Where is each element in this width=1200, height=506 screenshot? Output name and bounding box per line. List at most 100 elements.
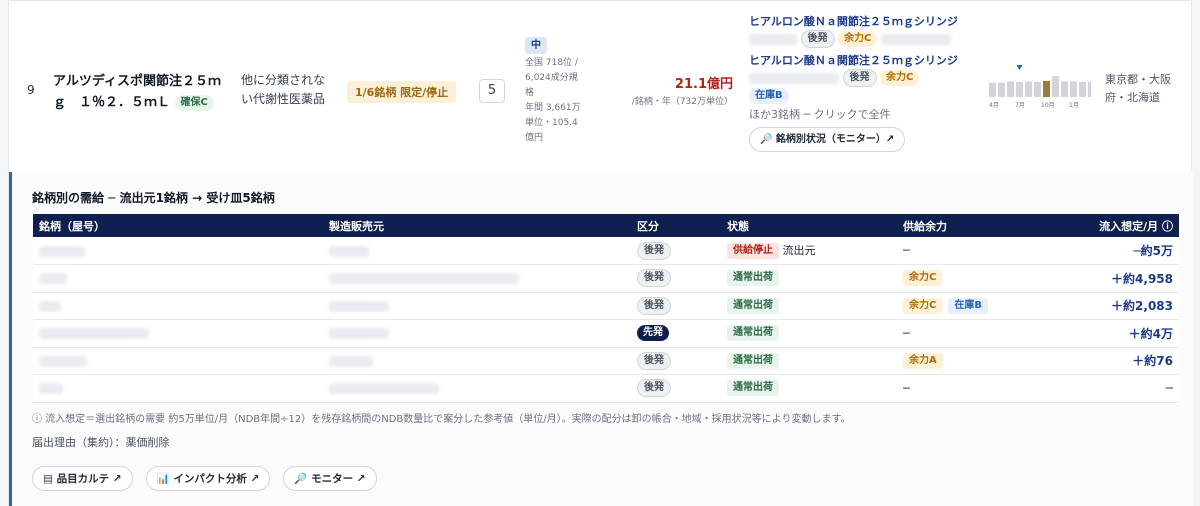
alt-count: 5 xyxy=(479,79,505,103)
spark-label: 7月 xyxy=(1015,102,1025,109)
page: 9 アルツディスポ関節注２５ｍｇ １％２．５ｍＬ 確保C 他に分類されない代謝性… xyxy=(8,0,1193,506)
yoryoku-badge: 余力C xyxy=(838,31,878,47)
spark-bar xyxy=(1007,81,1014,97)
regions: 東京都・大阪府・北海道 xyxy=(1105,73,1171,104)
category: 他に分類されない代謝性医薬品 xyxy=(241,73,326,106)
yoryoku-badge: 在庫B xyxy=(948,297,988,314)
table-row[interactable]: 後発 通常出荷 余力C ＋約4,958 xyxy=(33,264,1179,293)
trend-sparkline: 4月 7月 10月 1月 xyxy=(989,65,1091,109)
table-cell xyxy=(33,319,323,348)
table-cell: 通常出荷 xyxy=(721,347,897,375)
table-row[interactable]: 後発 供給停止 流出元 ─ ─約5万 xyxy=(33,237,1179,265)
detail-title: 銘柄別の需給 ─ 流出元1銘柄 → 受け皿5銘柄 xyxy=(32,191,275,205)
product-row[interactable]: 9 アルツディスポ関節注２５ｍｇ １％２．５ｍＬ 確保C 他に分類されない代謝性… xyxy=(9,0,1193,172)
product-name: アルツディスポ関節注２５ｍｇ １％２．５ｍＬ 確保C xyxy=(53,71,223,113)
col-yoryoku: 供給余力 xyxy=(897,214,1057,237)
footnote: ⓘ 流入想定＝選出銘柄の需要 約5万単位/月（NDB年間÷12）を残存銘柄間のN… xyxy=(32,414,851,425)
inflow-value: ＋約4,958 xyxy=(1111,271,1173,286)
scale-line: 格 xyxy=(525,88,535,98)
link-buttons: ▤ 品目カルテ ↗ 📊 インパクト分析 ↗ 🔎 モニター ↗ xyxy=(32,466,385,491)
table-cell: 余力C xyxy=(897,264,1057,293)
status-badge: 通常出荷 xyxy=(727,380,779,397)
yoryoku-badge: 余力A xyxy=(903,352,943,369)
yoryoku-text: ─ xyxy=(903,381,910,395)
scale-info: 中 全国 718位 / 6,024成分規 格 年間 3,661万 単位・105.… xyxy=(525,37,595,146)
table-cell: ＋約2,083 xyxy=(1057,292,1179,320)
table-cell: 先発 xyxy=(631,319,721,348)
status-badge: 通常出荷 xyxy=(727,325,779,342)
col-status: 状態 xyxy=(721,214,897,237)
alt-name[interactable]: ヒアルロン酸Ｎａ関節注２５ｍｇシリンジ xyxy=(749,54,958,67)
detail-panel: 銘柄別の需給 ─ 流出元1銘柄 → 受け皿5銘柄 銘柄（屋号） 製造販売元 区分… xyxy=(9,172,1193,506)
table-cell: ＋約76 xyxy=(1057,347,1179,375)
status-badge: 供給停止 xyxy=(727,243,779,259)
table-row[interactable]: 後発 通常出荷 余力C 在庫B ＋約2,083 xyxy=(33,292,1179,320)
alt-item[interactable]: ヒアルロン酸Ｎａ関節注２５ｍｇシリンジ 後発 余力C 在庫B xyxy=(749,52,969,104)
spark-marker xyxy=(1016,65,1023,70)
spark-bar xyxy=(1070,81,1077,97)
alt-item[interactable]: ヒアルロン酸Ｎａ関節注２５ｍｇシリンジ 後発 余力C xyxy=(749,13,969,48)
table-cell xyxy=(33,264,323,293)
blurred-text xyxy=(39,328,149,340)
blurred-text xyxy=(39,300,61,312)
spark-bar xyxy=(1016,81,1023,97)
spark-bar xyxy=(1079,81,1086,97)
spark-label: 1月 xyxy=(1069,102,1079,109)
scale-badge: 中 xyxy=(525,37,547,54)
blurred-text xyxy=(329,300,389,312)
kubun-badge: 後発 xyxy=(637,241,671,260)
table-cell: ＋約4,958 xyxy=(1057,264,1179,293)
spark-bar xyxy=(998,82,1005,97)
inflow-value: ＋約4万 xyxy=(1128,326,1173,341)
col-brand: 銘柄（屋号） xyxy=(33,214,323,237)
table-cell xyxy=(33,374,323,403)
karte-button[interactable]: ▤ 品目カルテ ↗ xyxy=(32,466,133,491)
limit-chip: 1/6銘柄 限定/停止 xyxy=(347,81,457,103)
rank-number: 9 xyxy=(27,83,35,97)
table-cell xyxy=(323,237,631,265)
table-row[interactable]: 後発 通常出荷 ─ ─ xyxy=(33,374,1179,403)
status-extra: 流出元 xyxy=(782,244,816,257)
blurred-text xyxy=(39,245,85,257)
inflow-value: ＋約76 xyxy=(1132,354,1173,369)
inflow-value: ─ xyxy=(1165,381,1173,396)
kubun-badge: 後発 xyxy=(637,269,671,288)
blurred-text xyxy=(329,245,369,257)
status-badge: 通常出荷 xyxy=(727,352,779,369)
table-cell xyxy=(323,319,631,348)
blurred-text xyxy=(329,273,519,285)
table-cell: 後発 xyxy=(631,264,721,293)
brand-table: 銘柄（屋号） 製造販売元 区分 状態 供給余力 流入想定/月 ⓘ 後発 供給停止 … xyxy=(33,214,1179,403)
col-kubun: 区分 xyxy=(631,214,721,237)
impact-button[interactable]: 📊 インパクト分析 ↗ xyxy=(145,466,271,491)
table-cell xyxy=(33,347,323,375)
more-link[interactable]: ほか3銘柄 ─ クリックで全件 xyxy=(749,106,969,123)
table-cell: ─約5万 xyxy=(1057,237,1179,265)
yoryoku-badge: 余力C xyxy=(880,70,920,86)
table-cell: 後発 xyxy=(631,237,721,265)
spark-bar xyxy=(989,82,996,97)
table-cell: 通常出荷 xyxy=(721,374,897,403)
spark-bar xyxy=(1034,81,1041,97)
status-badge: 通常出荷 xyxy=(727,297,779,314)
monitor-button[interactable]: 🔎 銘柄別状況（モニター）↗ xyxy=(749,127,906,152)
monitor-link-button[interactable]: 🔎 モニター ↗ xyxy=(283,466,377,491)
table-cell: ─ xyxy=(897,319,1057,348)
kubun-badge: 後発 xyxy=(842,69,877,87)
kubun-badge: 後発 xyxy=(800,30,835,48)
blurred-text xyxy=(329,355,373,367)
table-cell: 供給停止 流出元 xyxy=(721,237,897,265)
spark-bar xyxy=(1088,81,1091,97)
amount: 21.1億円 /銘柄・年（732万単位） xyxy=(609,73,733,107)
table-row[interactable]: 先発 通常出荷 ─ ＋約4万 xyxy=(33,319,1179,348)
spark-bar xyxy=(1025,81,1032,97)
yoryoku-text: ─ xyxy=(903,326,910,340)
alt-name[interactable]: ヒアルロン酸Ｎａ関節注２５ｍｇシリンジ xyxy=(749,15,958,28)
blurred-text xyxy=(39,273,67,285)
blurred-text xyxy=(749,33,797,45)
blurred-text xyxy=(329,328,389,340)
product-badge: 確保C xyxy=(174,94,214,111)
table-row[interactable]: 後発 通常出荷 余力A ＋約76 xyxy=(33,347,1179,375)
inflow-value: ＋約2,083 xyxy=(1111,299,1173,314)
table-cell: 余力C 在庫B xyxy=(897,292,1057,320)
